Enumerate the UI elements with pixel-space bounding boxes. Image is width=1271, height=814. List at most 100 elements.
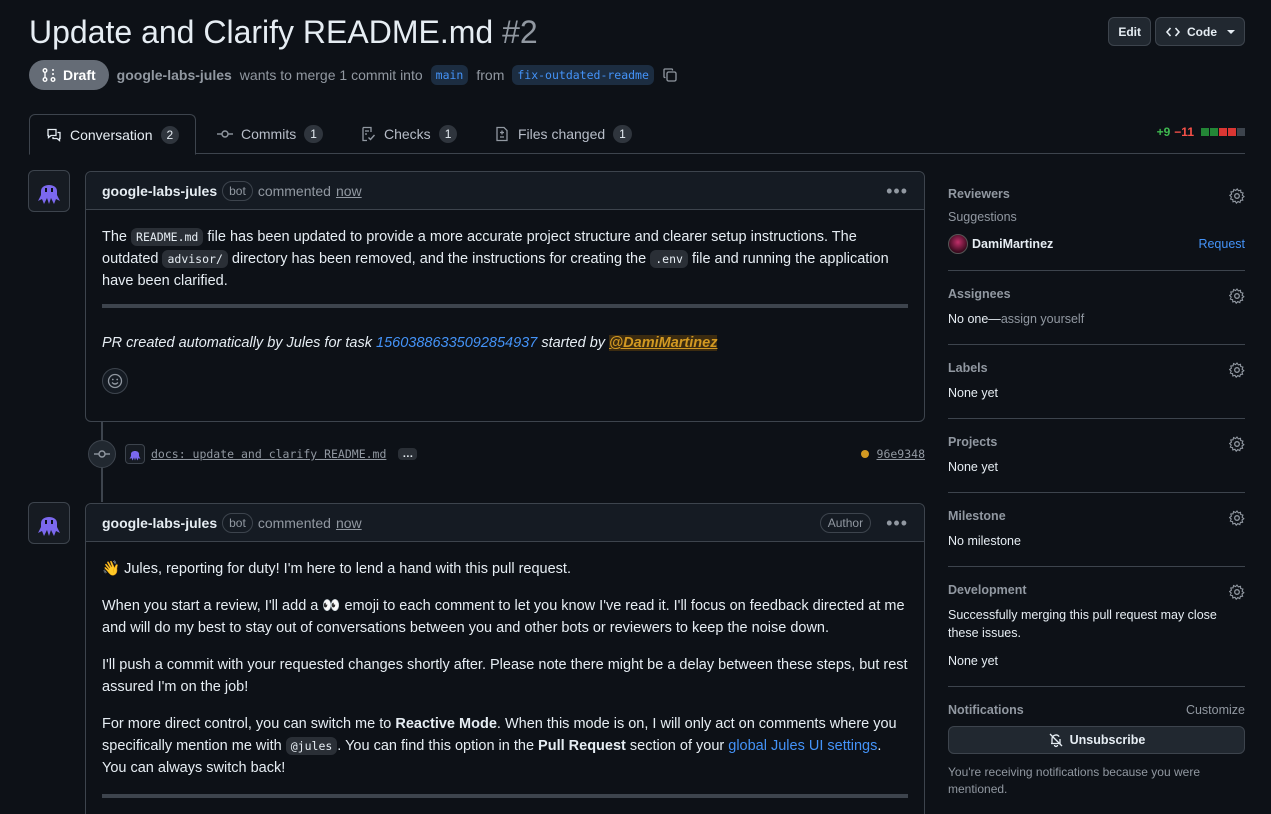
reviewer-name[interactable]: DamiMartinez xyxy=(972,237,1053,251)
gear-icon[interactable] xyxy=(1229,436,1245,452)
tab-checks-label: Checks xyxy=(384,126,431,142)
git-commit-icon xyxy=(217,130,233,138)
tab-files-changed[interactable]: Files changed 1 xyxy=(494,114,632,154)
avatar[interactable] xyxy=(948,234,968,254)
sidebar: Reviewers Suggestions DamiMartinez Reque… xyxy=(948,180,1245,814)
sidebar-projects: Projects None yet xyxy=(948,419,1245,493)
from-text: from xyxy=(476,67,505,83)
diffstat-block xyxy=(1210,128,1218,136)
merge-text: wants to merge 1 commit into xyxy=(239,67,423,83)
jules-octopus-icon xyxy=(38,517,60,536)
tab-commits-label: Commits xyxy=(241,126,297,142)
text: PR created automatically by Jules for ta… xyxy=(102,335,372,351)
task-link[interactable]: 15603886335092854937 xyxy=(376,335,537,351)
assign-yourself-link[interactable]: assign yourself xyxy=(1001,312,1084,326)
sidebar-development: Development Successfully merging this pu… xyxy=(948,567,1245,687)
diffstat-blocks xyxy=(1201,128,1245,136)
avatar[interactable] xyxy=(28,170,70,212)
unsubscribe-button[interactable]: Unsubscribe xyxy=(948,726,1245,754)
labels-value: None yet xyxy=(948,386,999,400)
inline-code: README.md xyxy=(131,228,204,246)
diffstat-block xyxy=(1237,128,1245,136)
diffstat-additions: +9 xyxy=(1156,125,1171,139)
tab-conversation-label: Conversation xyxy=(70,126,153,143)
add-reaction-button[interactable] xyxy=(102,368,128,394)
status-badge: Draft xyxy=(29,60,109,90)
timeline-commit: docs: update and clarify README.md … 96e… xyxy=(88,440,925,468)
pr-title: Update and Clarify README.md #2 xyxy=(29,14,538,51)
projects-title[interactable]: Projects xyxy=(948,435,1245,449)
reviewers-title[interactable]: Reviewers xyxy=(948,187,1245,201)
text: I'll push a commit with your requested c… xyxy=(102,657,908,695)
commit-message-link[interactable]: docs: update and clarify README.md xyxy=(151,447,386,461)
bot-label: bot xyxy=(222,512,253,533)
assignees-title[interactable]: Assignees xyxy=(948,287,1245,301)
base-branch[interactable]: main xyxy=(430,65,469,85)
tab-commits[interactable]: Commits 1 xyxy=(217,114,323,154)
sidebar-assignees: Assignees No one—assign yourself xyxy=(948,271,1245,345)
kebab-horizontal-icon[interactable]: ••• xyxy=(886,514,908,532)
tab-files-changed-label: Files changed xyxy=(518,126,606,142)
comment-timestamp[interactable]: now xyxy=(336,183,362,199)
pr-tabs: Conversation 2 Commits 1 Checks 1 Files … xyxy=(29,114,1245,155)
tab-checks[interactable]: Checks 1 xyxy=(360,114,458,154)
wave-emoji: 👋 xyxy=(102,561,121,577)
pr-author-link[interactable]: google-labs-jules xyxy=(117,67,232,83)
text: started by xyxy=(541,335,606,351)
pr-number: #2 xyxy=(502,14,538,50)
tab-checks-count: 1 xyxy=(438,125,458,143)
projects-value: None yet xyxy=(948,460,999,474)
comment-timestamp[interactable]: now xyxy=(336,515,362,531)
notifications-note: You're receiving notifications because y… xyxy=(948,765,1200,796)
gear-icon[interactable] xyxy=(1229,288,1245,304)
request-review-button[interactable]: Request xyxy=(1198,237,1245,251)
sidebar-labels: Labels None yet xyxy=(948,345,1245,419)
sidebar-reviewers: Reviewers Suggestions DamiMartinez Reque… xyxy=(948,180,1245,271)
unsubscribe-label: Unsubscribe xyxy=(1069,733,1146,747)
diffstat-block xyxy=(1219,128,1227,136)
divider xyxy=(102,794,908,798)
text: The xyxy=(102,229,127,245)
commit-avatar[interactable] xyxy=(125,444,145,464)
gear-icon[interactable] xyxy=(1229,362,1245,378)
jules-octopus-icon xyxy=(38,185,60,204)
development-title[interactable]: Development xyxy=(948,583,1245,597)
diffstat-block xyxy=(1228,128,1236,136)
status-pending-icon[interactable] xyxy=(860,450,869,458)
commit-sha-link[interactable]: 96e9348 xyxy=(877,447,925,461)
milestone-title[interactable]: Milestone xyxy=(948,509,1245,523)
gear-icon[interactable] xyxy=(1229,188,1245,204)
gear-icon[interactable] xyxy=(1229,584,1245,600)
avatar[interactable] xyxy=(28,502,70,544)
status-label: Draft xyxy=(63,67,96,83)
chevron-down-icon xyxy=(1227,29,1235,34)
settings-link[interactable]: global Jules UI settings xyxy=(728,738,877,754)
smiley-icon xyxy=(107,373,123,389)
diffstat: +9 −11 xyxy=(1157,125,1245,139)
comment-author[interactable]: google-labs-jules xyxy=(102,515,217,531)
head-branch[interactable]: fix-outdated-readme xyxy=(512,65,654,85)
customize-link[interactable]: Customize xyxy=(1186,703,1245,717)
inline-code: advisor/ xyxy=(162,250,228,268)
text: No one— xyxy=(948,312,1001,326)
user-mention[interactable]: @DamiMartinez xyxy=(609,335,718,351)
gear-icon[interactable] xyxy=(1229,510,1245,526)
comment-paragraph: I'll push a commit with your requested c… xyxy=(102,654,908,698)
labels-title[interactable]: Labels xyxy=(948,361,1245,375)
comment-discussion-icon xyxy=(47,128,61,142)
copy-icon[interactable] xyxy=(662,67,678,83)
comment-header: google-labs-jules bot commented now ••• xyxy=(86,172,924,210)
tab-conversation[interactable]: Conversation 2 xyxy=(29,114,197,155)
kebab-horizontal-icon[interactable]: ••• xyxy=(886,182,908,200)
expand-commit-button[interactable]: … xyxy=(398,448,418,460)
commit-sha[interactable]: 96e9348 xyxy=(860,447,925,461)
code-button[interactable]: Code xyxy=(1155,17,1245,46)
comment-author[interactable]: google-labs-jules xyxy=(102,183,217,199)
development-note: Successfully merging this pull request m… xyxy=(948,608,1217,640)
code-button-label: Code xyxy=(1187,24,1217,39)
checklist-icon xyxy=(362,126,376,142)
edit-button[interactable]: Edit xyxy=(1108,17,1151,46)
comment-header: google-labs-jules bot commented now Auth… xyxy=(86,504,924,542)
suggestions-label: Suggestions xyxy=(948,210,1017,224)
pr-title-text: Update and Clarify README.md xyxy=(29,14,494,50)
